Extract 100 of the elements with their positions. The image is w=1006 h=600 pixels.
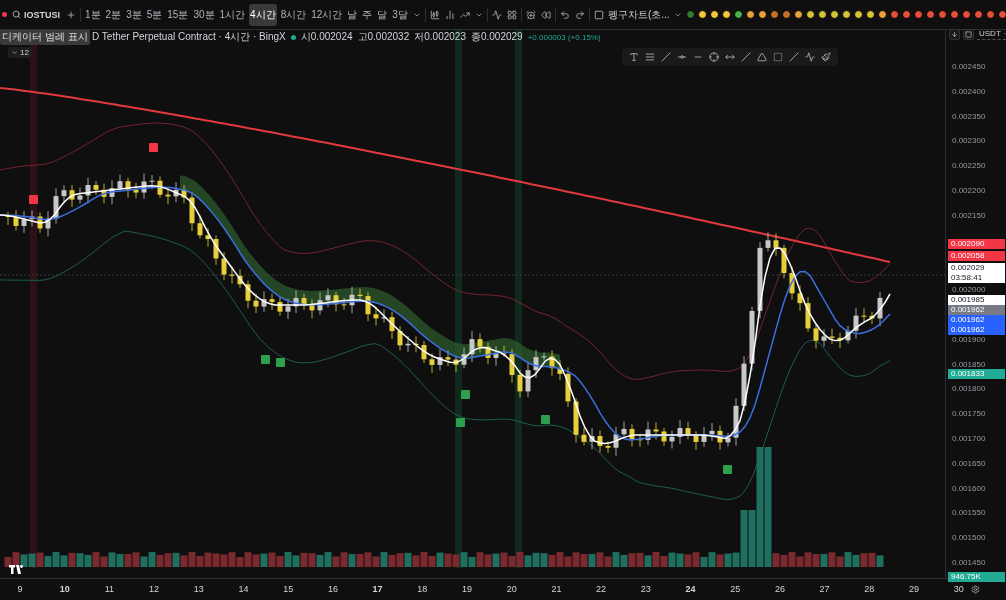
price-tick: 0.002150 (952, 211, 986, 220)
time-tick: 20 (506, 584, 517, 594)
chart-title: D Tether Perpetual Contract · 4시간 · BingX (92, 30, 286, 44)
signal-flag-icon (29, 195, 38, 204)
price-tick: 0.001700 (952, 435, 986, 443)
price-tick: 0.002200 (952, 187, 986, 195)
price-change: +0.000003 (+0.15%) (527, 32, 601, 42)
timeframe-button[interactable]: 4시간 (249, 3, 277, 26)
square-icon[interactable] (592, 8, 605, 21)
triangle-icon[interactable] (756, 51, 768, 63)
settings-icon[interactable] (970, 584, 981, 595)
indicators-icon[interactable] (490, 8, 503, 21)
timeframe-button[interactable]: 1분 (84, 3, 102, 26)
symbol-search[interactable]: IOSTUSI (10, 9, 62, 20)
time-tick: 27 (819, 584, 830, 594)
price-tick: 0.002400 (952, 87, 986, 96)
price-label: 0.002058 (948, 251, 1005, 261)
ohlc-value: 시0.002024 (300, 30, 353, 44)
time-tick: 17 (372, 584, 383, 594)
time-tick: 29 (909, 584, 919, 594)
chevron-down-icon (11, 49, 18, 56)
timeframe-button[interactable]: 5분 (145, 3, 164, 26)
price-label: 0.001962 (948, 305, 1005, 315)
undo-icon[interactable] (558, 8, 571, 21)
price-tick: 0.002000 (952, 286, 986, 295)
price-tick: 0.001850 (952, 360, 986, 369)
price-tick: 0.001550 (952, 509, 986, 518)
timeframe-button[interactable]: 30분 (192, 3, 216, 26)
text-tool-icon[interactable] (628, 51, 640, 63)
price-tick: 0.002350 (952, 112, 986, 121)
search-icon (12, 10, 21, 19)
time-tick: 22 (596, 584, 607, 594)
timeframe-button[interactable]: 15분 (166, 3, 190, 26)
price-label: 0.001962 (948, 325, 1005, 335)
arrow-down-icon[interactable] (949, 28, 960, 40)
time-tick: 13 (193, 584, 204, 594)
time-tick: 21 (551, 584, 562, 594)
price-label: 0.002090 (948, 239, 1005, 249)
timeframe-button[interactable]: 달 (376, 3, 389, 26)
timeframe-button[interactable]: 8시간 (279, 3, 308, 26)
brush-icon[interactable] (820, 51, 832, 63)
timeframe-button[interactable]: 1시간 (218, 3, 247, 26)
price-tick: 0.002250 (952, 162, 986, 171)
price-label: 0.001985 (948, 295, 1005, 305)
countdown-timer: 03:58:41 (951, 273, 984, 283)
signal-flag-icon (723, 465, 732, 474)
price-tick: 0.001650 (952, 459, 986, 468)
price-tick: 0.001500 (952, 534, 986, 543)
template-dropdown[interactable]: 펭구차트(초... (607, 7, 670, 22)
time-tick: 24 (685, 584, 696, 594)
timeframe-button[interactable]: 날 (346, 3, 359, 26)
time-tick: 25 (730, 584, 741, 594)
crosshair-icon[interactable] (708, 51, 720, 63)
currency-dropdown[interactable]: USDT (977, 28, 1006, 40)
price-label: 0.001962 (948, 315, 1005, 325)
time-tick: 26 (774, 584, 785, 594)
time-tick: 18 (417, 584, 428, 594)
price-tick: 0.002450 (952, 63, 986, 71)
layout-grid-icon[interactable] (505, 8, 518, 21)
ohlc-value: 종0.002029 (470, 30, 523, 44)
signal-flag-icon (149, 143, 158, 152)
time-tick: 19 (462, 584, 472, 594)
square-icon[interactable] (963, 28, 974, 40)
alarm-clock-icon[interactable] (524, 8, 537, 21)
pattern-icon[interactable] (804, 51, 816, 63)
ohlc-value: 고0.002032 (357, 30, 410, 44)
time-tick: 9 (17, 584, 23, 594)
time-tick: 16 (327, 584, 338, 594)
time-tick: 15 (283, 584, 294, 594)
signal-flag-icon (541, 415, 550, 424)
signal-flag-icon (461, 390, 470, 399)
price-tick: 0.001750 (952, 410, 986, 419)
trend-line-icon[interactable] (788, 51, 800, 63)
logo-icon[interactable] (9, 565, 23, 574)
rewind-icon[interactable] (539, 8, 552, 21)
time-tick: 30 (953, 584, 964, 594)
tooltip: 디케이터 범례 표시 (0, 30, 90, 45)
signal-flag-icon (456, 418, 465, 427)
time-tick: 14 (238, 584, 249, 594)
price-tick: 0.002300 (952, 137, 986, 146)
time-tick: 23 (640, 584, 651, 594)
status-dot (2, 12, 7, 17)
indicator-toggle[interactable]: 12 (8, 47, 32, 58)
timeframe-button[interactable]: 3분 (125, 3, 143, 26)
timeframe-button[interactable]: 주 (361, 3, 374, 26)
trend-line-icon[interactable] (740, 51, 752, 63)
price-tick: 0.001800 (952, 385, 986, 394)
timeframe-button[interactable]: 12시간 (310, 3, 344, 26)
ohlc-value: 저0.002023 (414, 30, 466, 44)
timeframe-button[interactable]: 2분 (104, 3, 123, 26)
redo-icon[interactable] (573, 8, 586, 21)
price-tick: 0.001450 (952, 559, 986, 567)
time-tick: 12 (149, 584, 160, 594)
time-tick: 28 (864, 584, 875, 594)
timeframe-button[interactable]: 3달 (391, 3, 409, 26)
live-dot (290, 34, 296, 40)
price-tick: 0.001900 (952, 335, 986, 344)
trend-line-icon[interactable] (660, 51, 672, 63)
lines-tool-icon[interactable] (644, 51, 656, 63)
volume-label: 946.75K (948, 572, 1005, 582)
